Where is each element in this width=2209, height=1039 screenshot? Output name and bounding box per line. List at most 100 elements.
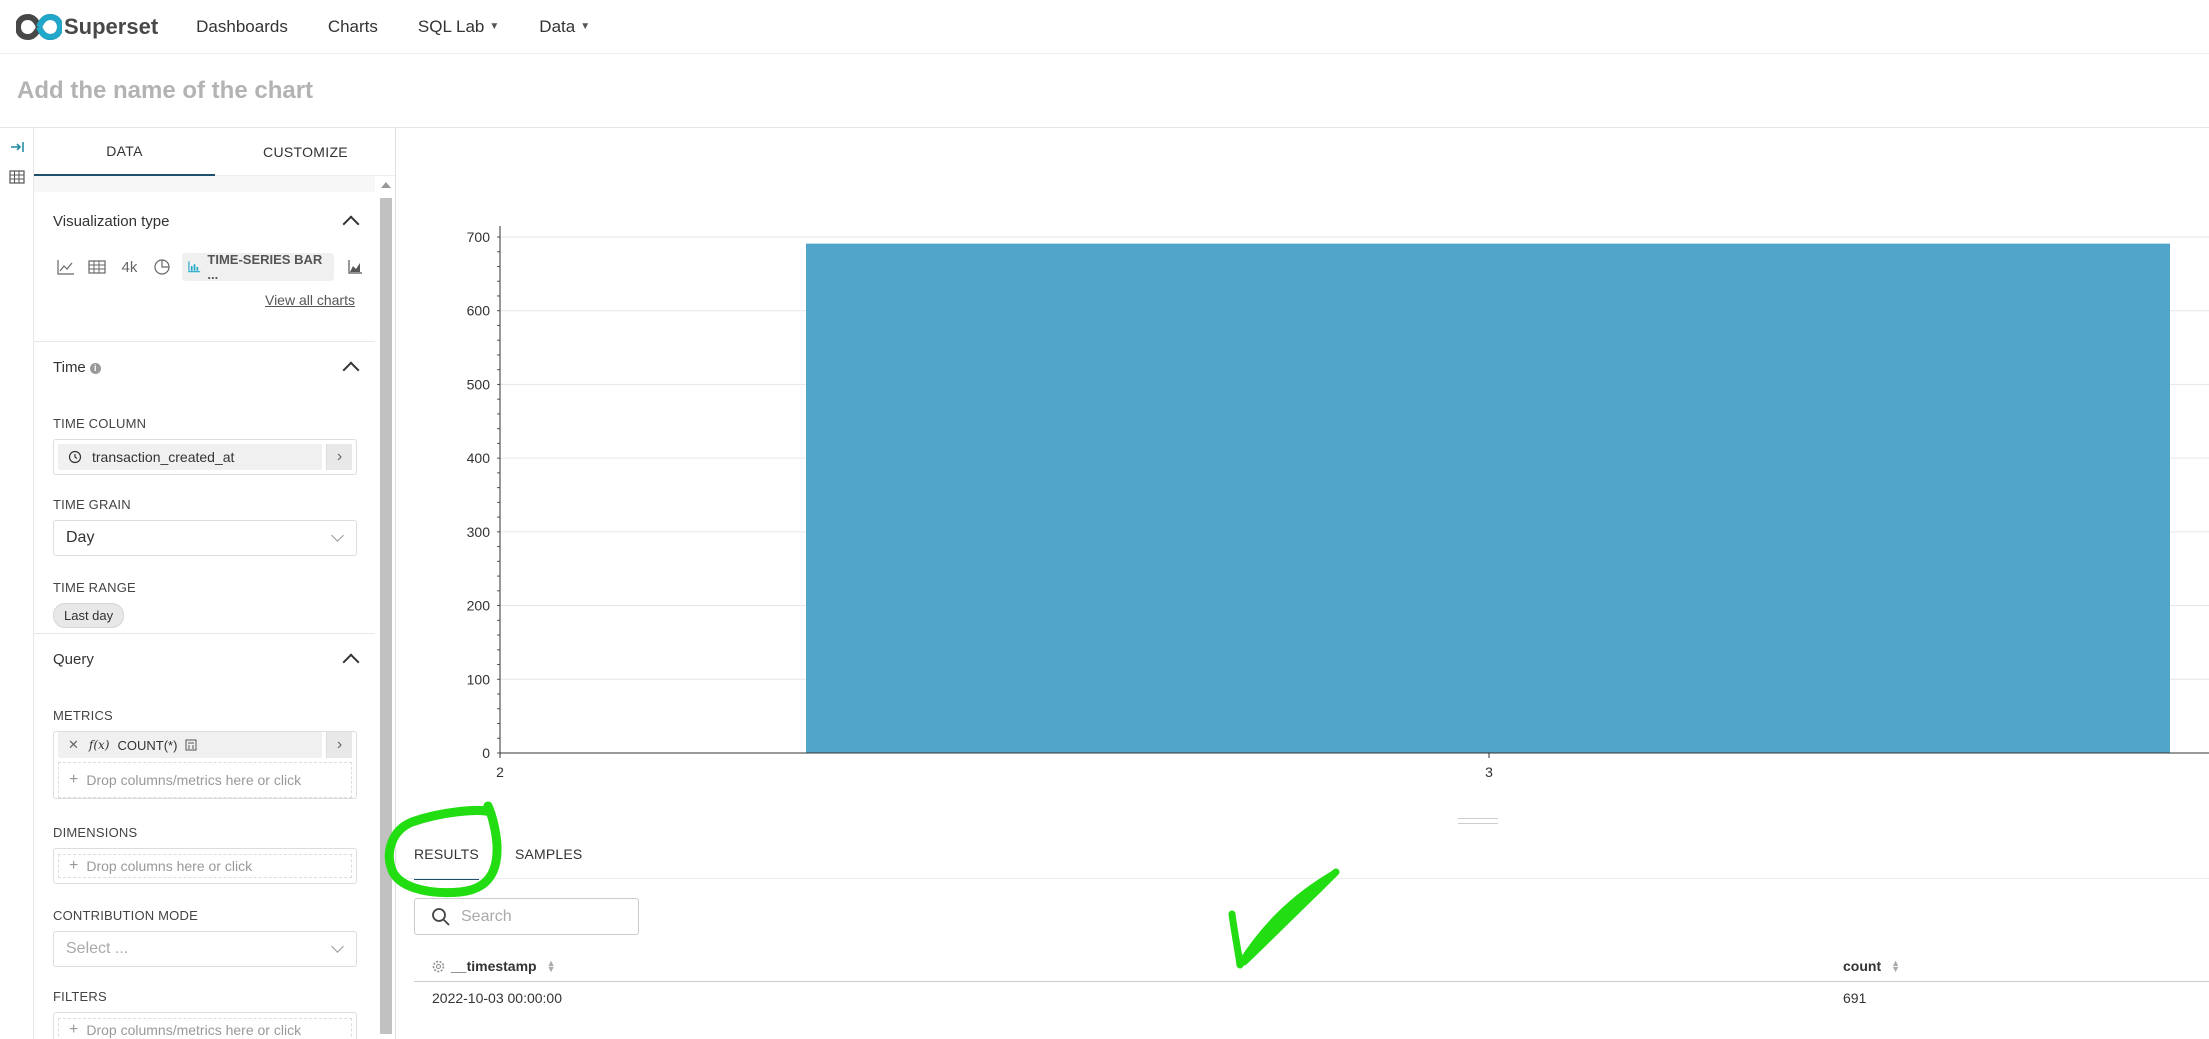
brand[interactable]: Superset [16, 13, 159, 40]
viz-type-selected[interactable]: TIME-SERIES BAR ... [182, 252, 335, 282]
drop-zone-text: Drop columns/metrics here or click [86, 772, 302, 788]
expand-panel-icon[interactable] [8, 138, 26, 156]
section-time-header[interactable]: Time i [34, 342, 375, 392]
x-tick-label: 3 [1485, 764, 1493, 780]
chart-title-bar: Add the name of the chart [0, 54, 2209, 128]
y-tick-label: 600 [467, 303, 491, 319]
chevron-up-icon[interactable] [342, 215, 360, 233]
superset-logo-icon [16, 13, 62, 40]
gear-icon [432, 960, 445, 972]
metrics-field[interactable]: ✕ f(x) COUNT(*) › + Drop columns/metrics… [53, 731, 357, 799]
pie-chart-icon[interactable] [152, 256, 173, 278]
tab-samples[interactable]: SAMPLES [515, 844, 583, 880]
top-nav: Superset Dashboards Charts SQL Lab ▼ Data… [0, 0, 2209, 54]
section-title: Time [53, 358, 86, 376]
column-header-timestamp[interactable]: __timestamp ▲ ▼ [432, 958, 556, 974]
section-title: Query [53, 650, 94, 668]
contribution-mode-select[interactable]: Select ... [53, 931, 357, 967]
search-input[interactable] [461, 907, 631, 926]
time-grain-value: Day [66, 529, 95, 546]
scroll-up-icon[interactable] [381, 182, 391, 188]
function-icon: f(x) [88, 738, 110, 752]
time-column-pill[interactable]: transaction_created_at [58, 444, 322, 470]
info-icon[interactable]: i [89, 362, 101, 374]
viz-type-selected-label: TIME-SERIES BAR ... [207, 252, 323, 282]
plus-icon: + [69, 857, 79, 874]
clock-icon [68, 450, 82, 464]
plus-icon: + [69, 771, 79, 788]
tab-customize[interactable]: CUSTOMIZE [215, 128, 395, 176]
header-divider [414, 981, 2209, 982]
search-box[interactable] [414, 898, 639, 935]
time-column-label: TIME COLUMN [53, 416, 147, 431]
calculator-icon [185, 739, 197, 751]
results-pane: RESULTS SAMPLES __timestamp ▲▼ count ▲▼ … [396, 818, 2209, 1039]
nav-sql-lab-label: SQL Lab [417, 16, 485, 36]
y-tick-label: 700 [467, 229, 491, 245]
nav-charts[interactable]: Charts [328, 17, 378, 37]
sort-icon[interactable]: ▲ ▼ [547, 959, 556, 974]
section-time: Time i TIME COLUMN transaction_created_at… [34, 342, 375, 634]
remove-icon[interactable]: ✕ [68, 737, 79, 753]
table-icon[interactable] [8, 168, 26, 186]
dimensions-field[interactable]: + Drop columns here or click [53, 848, 357, 884]
brand-name: Superset [64, 13, 159, 39]
bar-chart: 0 100 200 300 400 500 600 700 2 3 [467, 226, 2209, 780]
caret-down-icon: ▼ [489, 21, 500, 32]
column-header-label: __timestamp [451, 958, 537, 974]
panel-tabs: DATA CUSTOMIZE [34, 128, 395, 176]
tab-data[interactable]: DATA [34, 128, 215, 176]
x-tick-label: 2 [496, 764, 504, 780]
filters-drop-zone[interactable]: + Drop columns/metrics here or click [58, 1018, 352, 1039]
line-chart-icon[interactable] [56, 256, 77, 278]
area-chart-icon[interactable] [344, 256, 365, 278]
y-tick-label: 500 [467, 376, 491, 392]
metrics-label: METRICS [53, 708, 113, 723]
metric-pill[interactable]: ✕ f(x) COUNT(*) [58, 732, 322, 758]
section-query: Query METRICS ✕ f(x) COUNT(*) › + Drop c… [34, 634, 375, 1039]
section-query-header[interactable]: Query [34, 634, 375, 684]
nav-sql-lab[interactable]: SQL Lab ▼ [418, 17, 499, 37]
chevron-right-icon[interactable]: › [326, 444, 352, 470]
section-visualization-header[interactable]: Visualization type [34, 192, 375, 250]
dimensions-drop-zone[interactable]: + Drop columns here or click [58, 854, 352, 878]
y-tick-label: 300 [467, 524, 491, 540]
caret-down-icon: ▼ [580, 21, 591, 32]
plus-icon: + [69, 1021, 79, 1038]
chevron-up-icon[interactable] [342, 653, 360, 671]
column-header-count[interactable]: count ▲ ▼ [1843, 958, 1900, 974]
chart-area: 0 100 200 300 400 500 600 700 2 3 [396, 128, 2209, 818]
drop-zone-text: Drop columns here or click [86, 858, 253, 874]
chevron-up-icon[interactable] [342, 361, 360, 379]
metrics-drop-zone[interactable]: + Drop columns/metrics here or click [58, 762, 352, 798]
panel-scrollbar[interactable] [375, 176, 395, 1039]
contribution-mode-placeholder: Select ... [66, 940, 129, 957]
sort-icon[interactable]: ▲ ▼ [1891, 959, 1900, 974]
time-grain-select[interactable]: Day [53, 520, 357, 556]
resize-handle[interactable] [1458, 818, 1498, 824]
chevron-right-icon[interactable]: › [326, 732, 352, 758]
nav-data[interactable]: Data ▼ [539, 17, 590, 37]
table-chart-icon[interactable] [87, 256, 108, 278]
cell-timestamp: 2022-10-03 00:00:00 [432, 990, 562, 1006]
view-all-charts-link[interactable]: View all charts [34, 284, 375, 324]
time-column-value: transaction_created_at [92, 449, 235, 465]
section-visualization: Visualization type 4k TIME-SERIES BAR ..… [34, 192, 375, 342]
y-tick-label: 200 [467, 598, 491, 614]
filters-field[interactable]: + Drop columns/metrics here or click [53, 1012, 357, 1039]
scrollbar-thumb[interactable] [380, 198, 392, 1034]
big-number-icon[interactable]: 4k [117, 256, 141, 278]
nav-charts-label: Charts [327, 16, 378, 36]
tab-results[interactable]: RESULTS [414, 844, 479, 880]
icon-rail [0, 128, 34, 1039]
column-header-label: count [1843, 958, 1882, 974]
chart-title-input[interactable]: Add the name of the chart [17, 77, 313, 105]
nav-dashboards[interactable]: Dashboards [196, 17, 288, 37]
time-range-tag[interactable]: Last day [53, 603, 125, 628]
divider [396, 878, 2209, 879]
results-tabs: RESULTS SAMPLES [414, 844, 618, 880]
control-panel: DATA CUSTOMIZE Visualization type 4k TIM… [34, 128, 396, 1039]
cell-count: 691 [1843, 990, 1867, 1006]
time-grain-label: TIME GRAIN [53, 497, 131, 512]
time-column-field[interactable]: transaction_created_at › [53, 439, 357, 475]
